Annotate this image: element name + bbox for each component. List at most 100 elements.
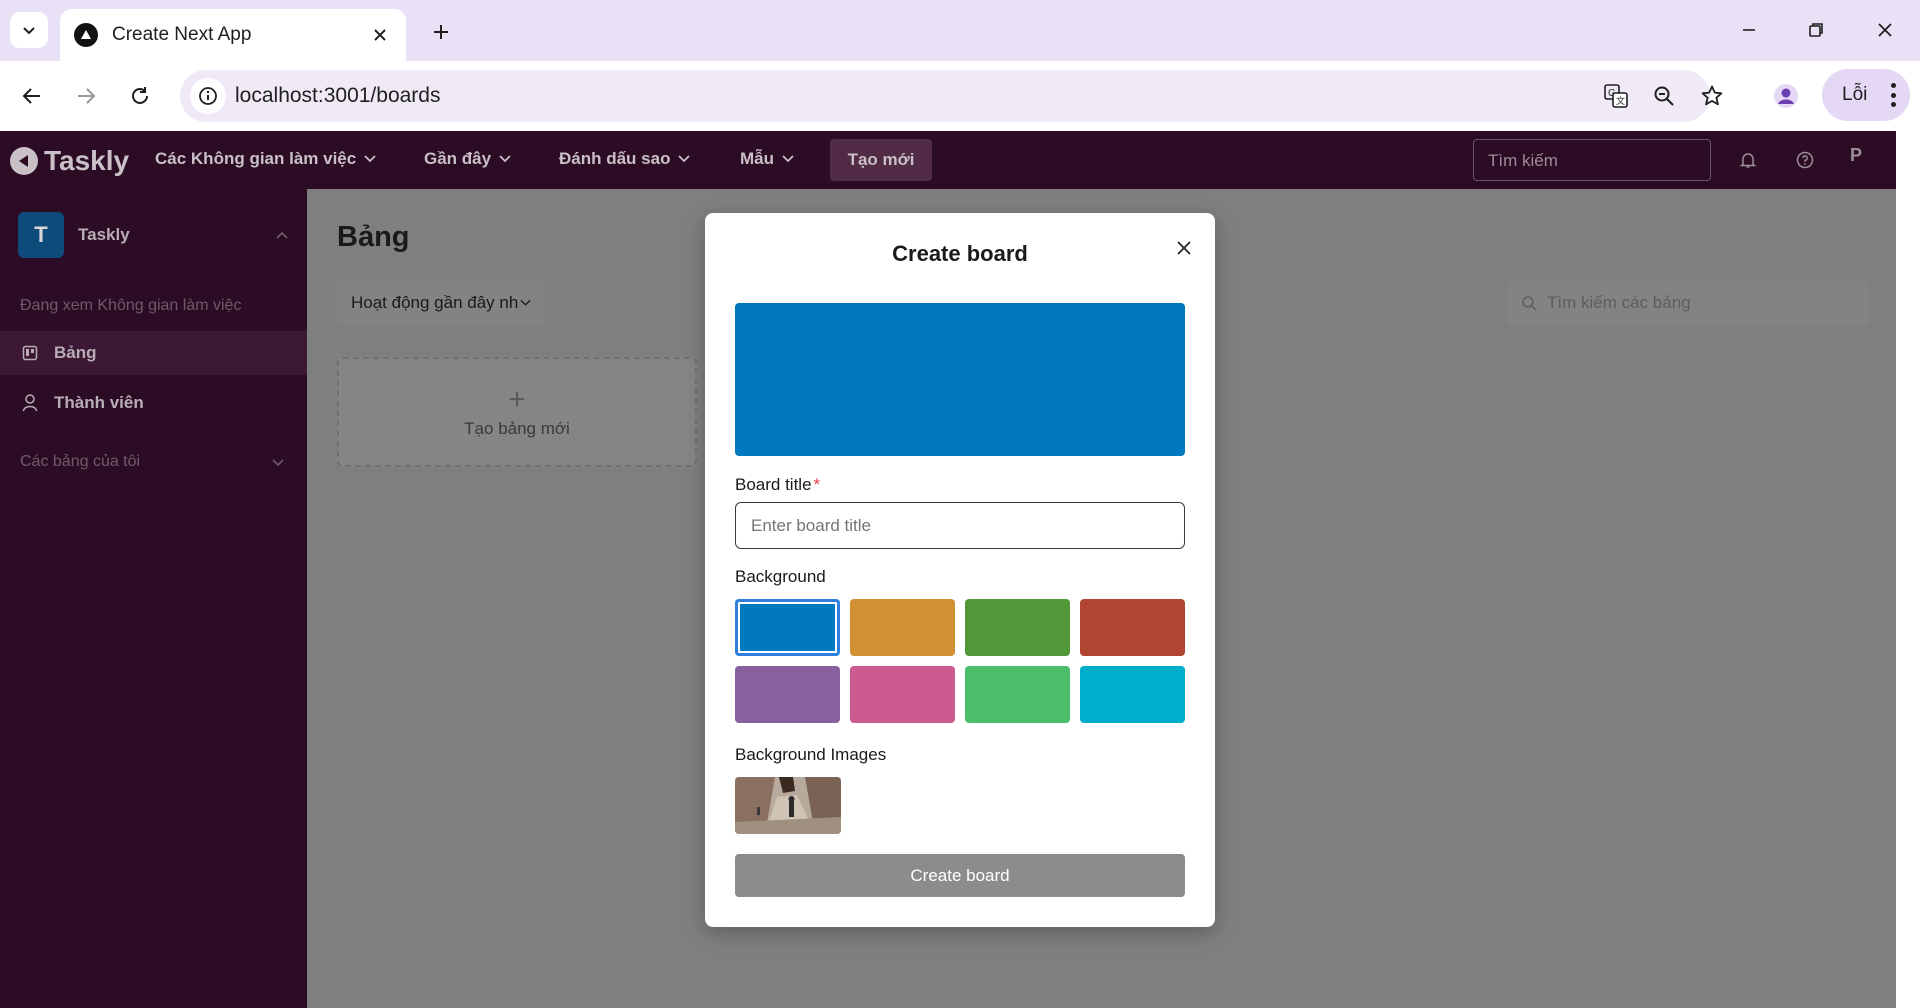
nav-starred-label: Đánh dấu sao — [559, 149, 671, 168]
background-swatch[interactable] — [1080, 599, 1185, 656]
background-swatch[interactable] — [1080, 666, 1185, 723]
sidebar-item-label: Bảng — [54, 343, 97, 362]
zoom-icon[interactable] — [1648, 80, 1680, 112]
taskly-logo[interactable]: Taskly — [10, 145, 129, 177]
more-menu-icon[interactable] — [1890, 83, 1896, 107]
header-search-input[interactable]: Tìm kiếm — [1473, 139, 1711, 181]
tab-close-icon[interactable] — [368, 23, 392, 47]
help-icon[interactable] — [1794, 149, 1816, 171]
user-icon — [20, 393, 40, 413]
my-boards-section[interactable]: Các bảng của tôi — [20, 453, 284, 471]
arrow-right-icon — [78, 88, 96, 104]
bookmark-star-icon[interactable] — [1696, 80, 1728, 112]
create-board-submit-button[interactable]: Create board — [735, 854, 1185, 897]
sort-select-value: Hoạt động gần đây nhất — [351, 293, 518, 312]
nav-starred[interactable]: Đánh dấu sao — [559, 149, 691, 169]
nav-workspaces-label: Các Không gian làm việc — [155, 149, 357, 168]
logo-text: Taskly — [44, 145, 130, 176]
sidebar-item-members[interactable]: Thành viên — [0, 381, 307, 425]
close-icon — [1177, 241, 1191, 255]
browser-toolbar: localhost:3001/boards G文 Lỗi — [0, 61, 1920, 131]
restore-button[interactable] — [1793, 10, 1839, 50]
bell-icon[interactable] — [1737, 149, 1759, 171]
url-text: localhost:3001/boards — [235, 84, 441, 107]
minimize-icon — [1743, 29, 1755, 31]
page-title: Bảng — [337, 221, 410, 253]
nav-recent[interactable]: Gần đây — [424, 149, 511, 169]
sort-select[interactable]: Hoạt động gần đây nhất — [337, 281, 545, 325]
create-board-modal: Create board Board title* Background Bac… — [705, 213, 1215, 927]
board-title-input[interactable] — [735, 502, 1185, 549]
chevron-up-icon[interactable] — [276, 231, 288, 239]
background-swatch[interactable] — [965, 599, 1070, 656]
background-swatch[interactable] — [735, 666, 840, 723]
browser-tab[interactable]: Create Next App — [60, 9, 406, 61]
restore-icon — [1809, 23, 1823, 37]
board-title-label: Board title * — [735, 475, 821, 494]
background-swatch[interactable] — [965, 666, 1070, 723]
create-board-card[interactable]: + Tạo bảng mới — [337, 357, 697, 467]
chevron-down-icon — [23, 27, 35, 35]
app-header: Taskly Các Không gian làm việc Gần đây Đ… — [0, 131, 1896, 189]
viewing-workspace-caption: Đang xem Không gian làm việc — [20, 297, 242, 314]
nav-workspaces[interactable]: Các Không gian làm việc — [155, 149, 376, 169]
reload-icon — [132, 87, 148, 104]
background-color-grid — [735, 599, 1185, 723]
tab-search-button[interactable] — [10, 12, 48, 48]
board-icon — [20, 343, 40, 363]
chevron-down-icon — [272, 459, 284, 467]
create-new-button[interactable]: Tạo mới — [830, 139, 932, 181]
background-swatch[interactable] — [850, 599, 955, 656]
address-bar[interactable]: localhost:3001/boards G文 — [180, 70, 1723, 122]
board-search-placeholder: Tìm kiếm các bảng — [1547, 293, 1691, 312]
canyon-photo-image — [735, 777, 841, 834]
nav-templates[interactable]: Mẫu — [740, 149, 794, 169]
logo-mark-icon — [10, 147, 38, 175]
chevron-down-icon — [520, 299, 531, 306]
workspace-avatar: T — [18, 212, 64, 258]
profile-icon — [1774, 84, 1798, 108]
error-chip-label: Lỗi — [1842, 84, 1868, 105]
site-info-button[interactable] — [190, 78, 226, 114]
board-preview — [735, 303, 1185, 456]
translate-icon[interactable]: G文 — [1600, 80, 1632, 112]
required-marker: * — [813, 475, 821, 494]
background-images-label: Background Images — [735, 745, 887, 764]
nav-templates-label: Mẫu — [740, 149, 774, 168]
nextjs-favicon-icon — [74, 23, 98, 47]
modal-close-button[interactable] — [1172, 236, 1196, 260]
reload-button[interactable] — [122, 78, 158, 114]
sidebar-item-boards[interactable]: Bảng — [0, 331, 307, 375]
background-image-thumbnail[interactable] — [735, 777, 841, 834]
close-icon — [1878, 23, 1892, 37]
chevron-down-icon — [364, 155, 376, 163]
sidebar: T Taskly Đang xem Không gian làm việc Bả… — [0, 189, 307, 1008]
profile-button[interactable] — [1768, 78, 1804, 114]
back-button[interactable] — [14, 78, 50, 114]
svg-text:文: 文 — [1616, 95, 1625, 106]
close-window-button[interactable] — [1862, 10, 1908, 50]
background-swatch[interactable] — [850, 666, 955, 723]
board-search-input[interactable]: Tìm kiếm các bảng — [1507, 281, 1869, 325]
avatar-fallback-text: P — [1850, 145, 1863, 165]
background-swatch[interactable] — [735, 599, 840, 656]
arrow-left-icon — [22, 88, 40, 104]
create-board-card-label: Tạo bảng mới — [464, 419, 570, 438]
search-icon — [1522, 296, 1537, 311]
my-boards-label: Các bảng của tôi — [20, 453, 141, 470]
new-tab-button[interactable] — [423, 14, 459, 50]
page-scrollbar[interactable] — [1896, 131, 1920, 1008]
browser-error-chip[interactable]: Lỗi — [1822, 69, 1910, 121]
workspace-header[interactable]: T Taskly — [18, 212, 288, 258]
user-avatar[interactable]: P — [1850, 145, 1862, 166]
chevron-down-icon — [782, 155, 794, 163]
sidebar-item-label: Thành viên — [54, 393, 144, 412]
modal-title: Create board — [892, 241, 1028, 266]
workspace-name: Taskly — [78, 225, 130, 244]
plus-icon: + — [508, 383, 526, 416]
forward-button[interactable] — [68, 78, 104, 114]
browser-tab-strip: Create Next App — [0, 0, 1920, 61]
chevron-down-icon — [678, 155, 691, 163]
minimize-button[interactable] — [1726, 10, 1772, 50]
chevron-down-icon — [499, 155, 511, 163]
